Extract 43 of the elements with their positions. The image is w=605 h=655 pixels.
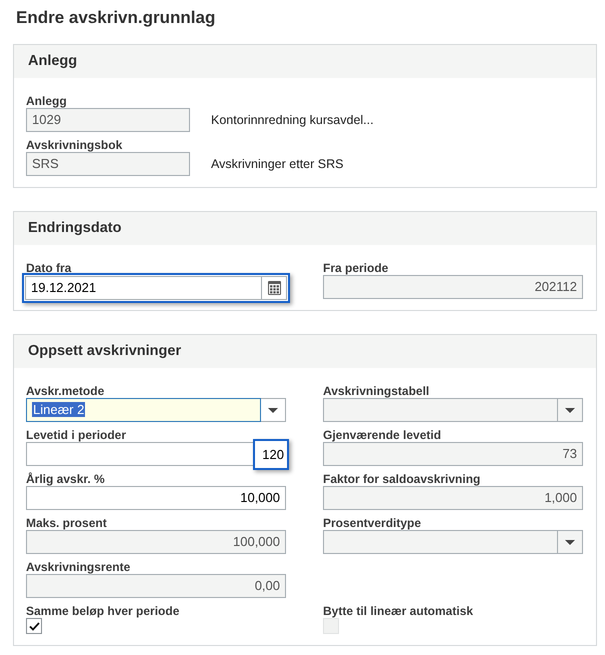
dropdown-button[interactable] <box>261 398 286 422</box>
number-field: 202112 <box>323 275 583 299</box>
field-label: Levetid i perioder <box>26 428 126 442</box>
page-title: Endre avskrivn.grunnlag <box>16 7 216 29</box>
field-label: Samme beløp hver periode <box>26 604 180 618</box>
number-field: 1,000 <box>323 486 583 510</box>
checkbox[interactable] <box>26 618 42 634</box>
text-field: SRS <box>26 152 190 176</box>
field-label: Avskrivningsrente <box>26 560 130 574</box>
tick-icon <box>28 622 40 630</box>
section-header: Anlegg <box>14 45 596 78</box>
text-field: 1029 <box>26 108 190 132</box>
number-field: 73 <box>323 442 583 466</box>
calendar-button[interactable] <box>262 276 287 300</box>
field-label: Avskrivningstabell <box>323 384 430 398</box>
field-label: Maks. prosent <box>26 516 107 530</box>
field-label: Prosentverditype <box>323 516 422 530</box>
highlighted-value: 120 <box>253 438 289 470</box>
caret-icon <box>565 540 575 544</box>
caret-icon <box>268 408 278 412</box>
field-label: Bytte til lineær automatisk <box>323 604 474 618</box>
field-label: Avskrivningsbok <box>26 138 122 152</box>
field-description: Avskrivninger etter SRS <box>211 156 344 173</box>
dropdown-field[interactable]: Lineær 2 <box>26 398 261 422</box>
field-description: Kontorinnredning kursavdel... <box>211 112 374 129</box>
field-label: Faktor for saldoavskrivning <box>323 472 480 486</box>
caret-icon <box>565 408 575 412</box>
field-label: Dato fra <box>26 261 72 275</box>
selected-text: Lineær 2 <box>32 402 86 417</box>
number-field[interactable]: 10,000 <box>26 486 286 510</box>
field-label: Fra periode <box>323 261 388 275</box>
dropdown-button[interactable] <box>558 530 583 554</box>
field-label: Gjenværende levetid <box>323 428 442 442</box>
field-label: Årlig avskr. % <box>26 472 105 486</box>
calendar-icon <box>268 281 280 295</box>
date-field[interactable]: 19.12.2021 <box>25 276 262 300</box>
field-label: Avskr.metode <box>26 384 104 398</box>
number-field: 100,000 <box>26 530 286 554</box>
number-field: 0,00 <box>26 574 286 598</box>
section-header: Endringsdato <box>14 212 596 245</box>
field-label: Anlegg <box>26 94 67 108</box>
dropdown-button[interactable] <box>558 398 583 422</box>
section-header: Oppsett avskrivninger <box>14 335 596 368</box>
